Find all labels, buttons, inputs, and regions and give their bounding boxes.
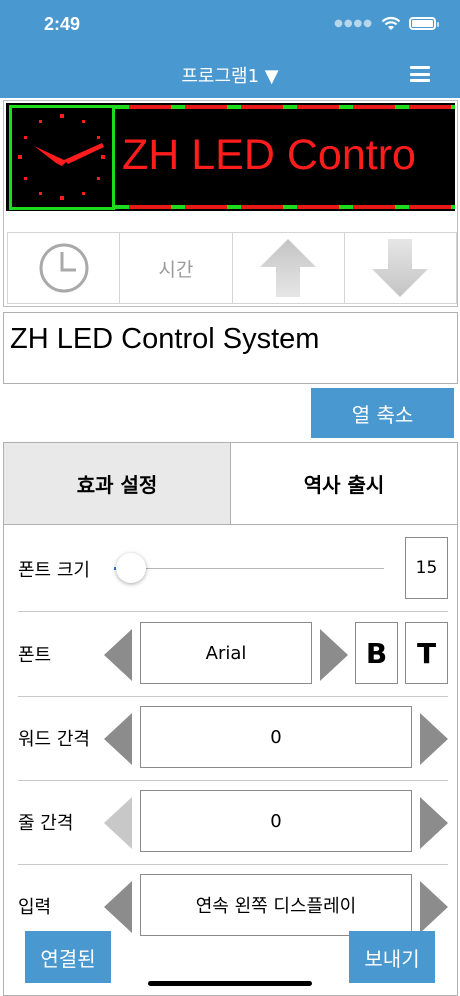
word-spacing-decrease-icon[interactable]	[104, 713, 132, 765]
bold-button[interactable]: B	[355, 622, 398, 684]
compress-button[interactable]: 열 축소	[311, 388, 454, 438]
status-time: 2:49	[44, 14, 81, 34]
line-spacing-value[interactable]: 0	[140, 790, 412, 852]
wifi-icon	[381, 16, 401, 30]
font-size-label: 폰트 크기	[18, 560, 90, 581]
font-size-slider-track[interactable]	[114, 568, 384, 569]
line-spacing-row: 줄 간격 0	[18, 780, 448, 864]
move-up-button[interactable]	[231, 232, 345, 304]
led-clock-icon	[9, 105, 115, 210]
time-button[interactable]: 시간	[119, 232, 233, 304]
text-style-button[interactable]: T	[405, 622, 448, 684]
word-spacing-row: 워드 간격 0	[18, 696, 448, 780]
line-spacing-label: 줄 간격	[18, 813, 74, 834]
led-preview-frame: ZH LED Contro 시간	[3, 100, 458, 307]
input-mode-value[interactable]: 연속 왼쪽 디스플레이	[140, 874, 412, 936]
tab-effect-settings[interactable]: 효과 설정	[4, 443, 231, 524]
font-next-icon[interactable]	[320, 629, 348, 681]
hamburger-menu-icon[interactable]	[410, 66, 430, 82]
led-border-bottom	[115, 205, 455, 209]
led-display: ZH LED Contro	[6, 103, 455, 211]
signal-dots-icon: ●●●●	[334, 18, 373, 29]
app-header: 2:49 ●●●● 프로그램1 ▼	[0, 0, 460, 98]
input-mode-next-icon[interactable]	[420, 881, 448, 933]
tab-history[interactable]: 역사 출시	[231, 443, 457, 524]
font-size-row: 폰트 크기 15	[18, 527, 448, 611]
arrow-up-icon	[260, 239, 317, 297]
word-spacing-increase-icon[interactable]	[420, 713, 448, 765]
font-row: 폰트 Arial B T	[18, 612, 448, 696]
time-label: 시간	[158, 258, 194, 281]
word-spacing-label: 워드 간격	[18, 729, 90, 750]
word-spacing-value[interactable]: 0	[140, 706, 412, 768]
status-icons: ●●●●	[334, 16, 439, 31]
line-spacing-decrease-icon[interactable]	[104, 797, 132, 849]
input-mode-prev-icon[interactable]	[104, 881, 132, 933]
led-text-input[interactable]: ZH LED Control System	[3, 312, 458, 384]
settings-panel: 효과 설정 역사 출시 폰트 크기 15 폰트 Arial B T 워드 간격 …	[3, 442, 458, 996]
battery-icon	[409, 17, 439, 30]
font-prev-icon[interactable]	[104, 629, 132, 681]
tab-bar: 효과 설정 역사 출시	[4, 443, 457, 525]
clock-button[interactable]	[7, 232, 121, 304]
home-indicator	[148, 981, 312, 986]
preview-toolbar: 시간	[7, 232, 457, 304]
move-down-button[interactable]	[343, 232, 457, 304]
led-scroll-text: ZH LED Contro	[122, 131, 416, 179]
font-label: 폰트	[18, 645, 52, 666]
arrow-down-icon	[372, 239, 429, 297]
line-spacing-increase-icon[interactable]	[420, 797, 448, 849]
led-text-value: ZH LED Control System	[10, 323, 320, 355]
font-size-value[interactable]: 15	[405, 537, 448, 599]
led-border-top	[115, 105, 455, 109]
font-value[interactable]: Arial	[140, 622, 312, 684]
font-size-slider-thumb[interactable]	[116, 553, 146, 583]
program-selector[interactable]: 프로그램1 ▼	[0, 62, 460, 88]
send-button[interactable]: 보내기	[349, 931, 435, 983]
clock-icon	[39, 243, 89, 293]
connect-button[interactable]: 연결된	[25, 931, 111, 983]
